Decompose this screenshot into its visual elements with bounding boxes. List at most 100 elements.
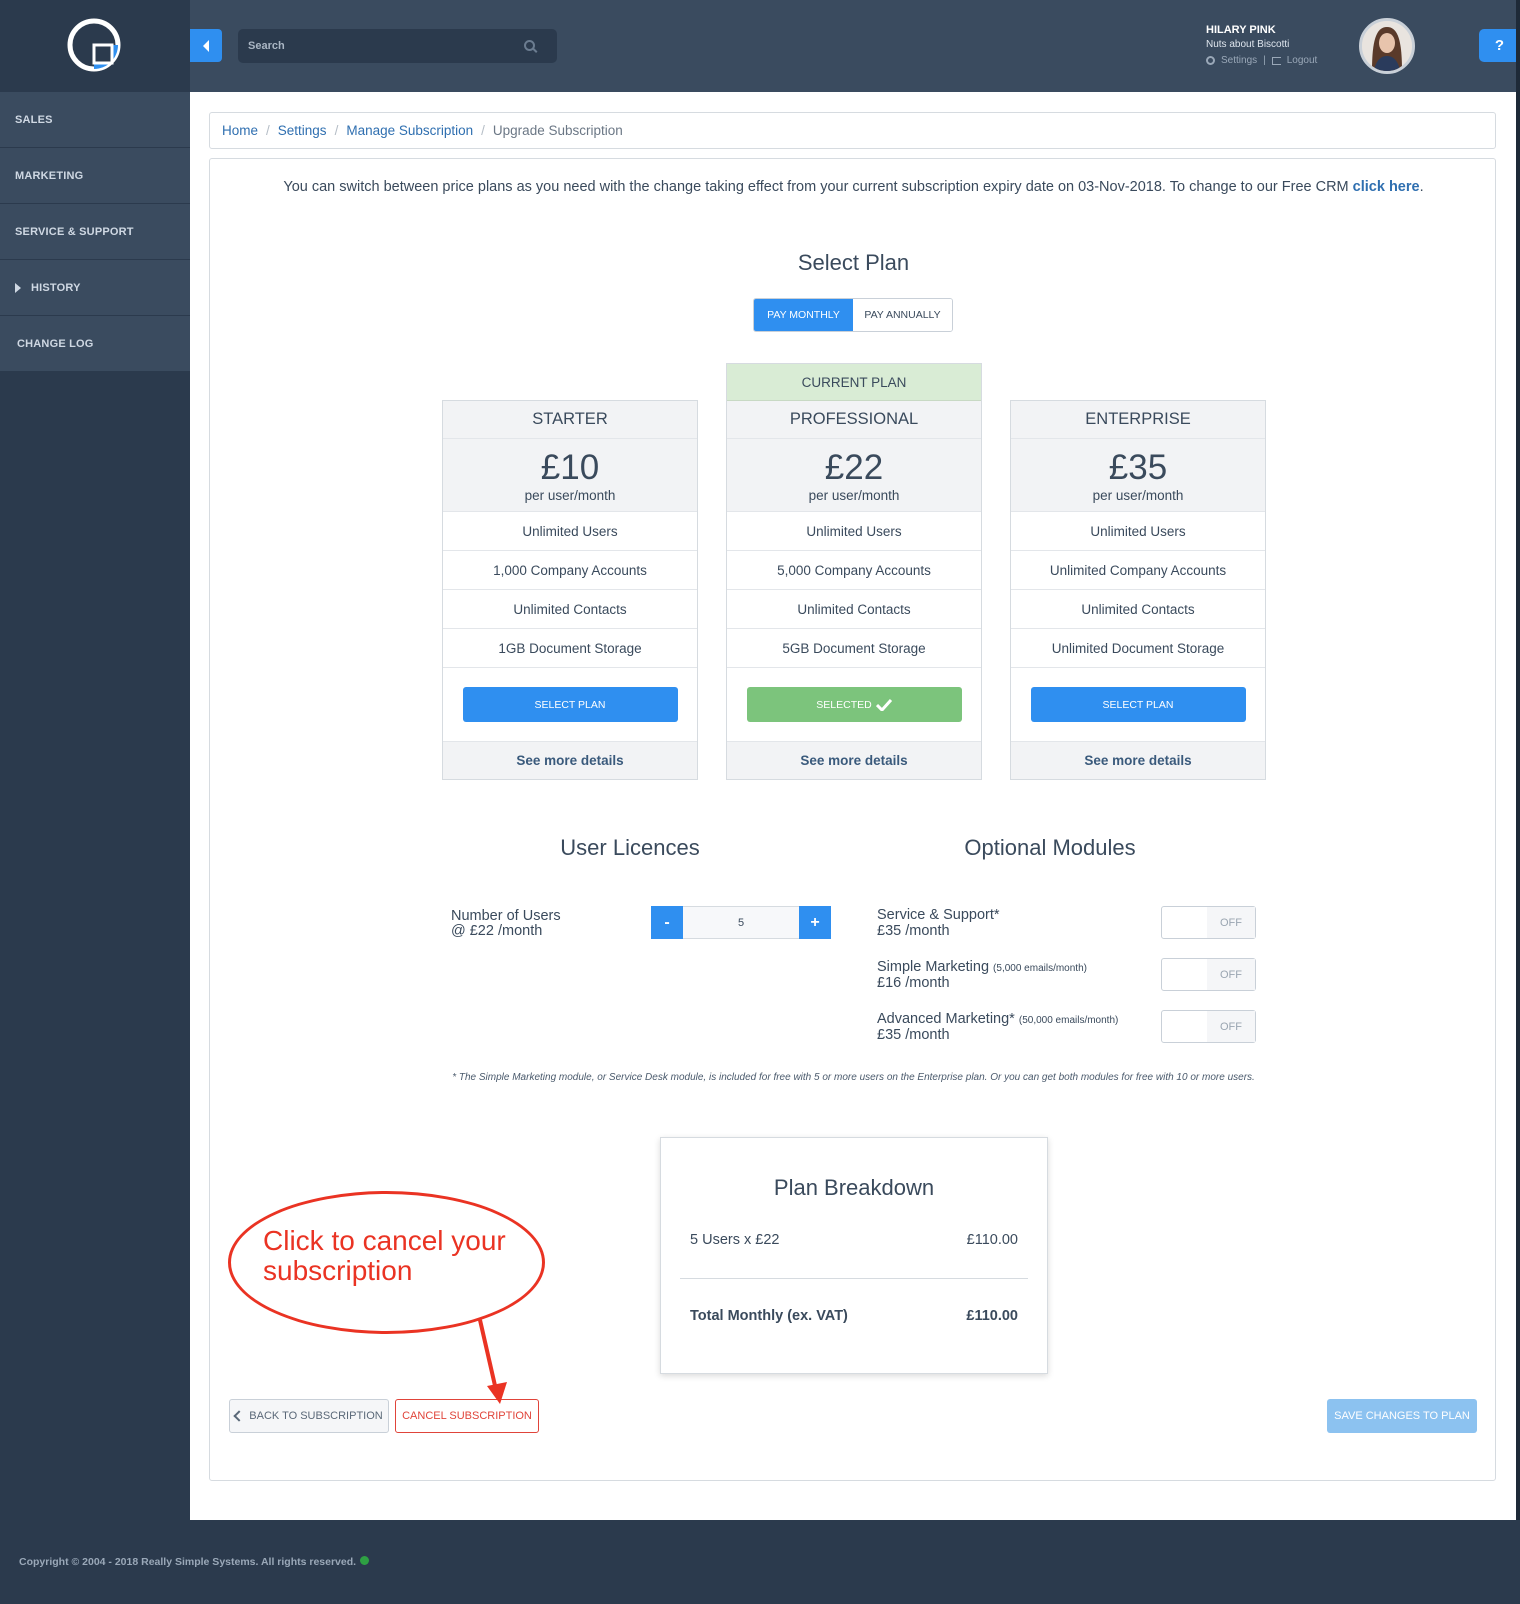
user-name: HILARY PINK: [1206, 24, 1276, 36]
billing-period-toggle: PAY MONTHLY PAY ANNUALLY: [753, 298, 953, 332]
breadcrumb-settings[interactable]: Settings: [278, 123, 327, 138]
save-changes-button[interactable]: SAVE CHANGES TO PLAN: [1327, 1399, 1477, 1433]
annotation-text: Click to cancel your subscription: [263, 1226, 506, 1286]
window-edge: [1516, 0, 1520, 1604]
breakdown-line-value: £110.00: [966, 1232, 1018, 1248]
plan-feature: Unlimited Users: [1011, 512, 1265, 551]
plan-name: ENTERPRISE: [1011, 401, 1265, 439]
logout-link[interactable]: Logout: [1287, 55, 1318, 66]
back-to-subscription-button[interactable]: BACK TO SUBSCRIPTION: [229, 1399, 389, 1433]
annotation-line1: Click to cancel your: [263, 1225, 506, 1256]
decrement-users-button[interactable]: -: [651, 906, 683, 939]
increment-users-button[interactable]: +: [799, 906, 831, 939]
chevron-left-icon: [203, 39, 209, 52]
plan-action-row: SELECT PLAN: [1011, 668, 1265, 742]
optional-modules-title: Optional Modules: [964, 835, 1136, 860]
licence-label-line2: @ £22 /month: [451, 923, 543, 939]
current-plan-badge: CURRENT PLAN: [727, 364, 981, 401]
user-count-input[interactable]: 5: [683, 906, 799, 939]
plan-price: £10: [540, 448, 600, 487]
plan-price: £22: [824, 448, 884, 487]
status-dot-icon: [360, 1556, 370, 1565]
selected-plan-button[interactable]: SELECTED: [746, 687, 962, 722]
search-input[interactable]: [238, 29, 557, 63]
plan-price-block: £10 per user/month: [443, 439, 697, 512]
annotation-arrow-icon: [478, 1319, 507, 1404]
module-name: Advanced Marketing*: [877, 1011, 1015, 1027]
top-header: HILARY PINK Nuts about Biscotti Settings…: [190, 0, 1520, 92]
plan-breakdown-card: Plan Breakdown 5 Users x £22 £110.00 Tot…: [660, 1137, 1048, 1374]
breadcrumb: Home / Settings / Manage Subscription / …: [209, 112, 1496, 149]
avatar-image: [1362, 21, 1412, 71]
plan-price: £35: [1108, 448, 1168, 487]
simple-marketing-toggle[interactable]: OFF: [1161, 958, 1256, 991]
toggle-state: OFF: [1207, 1011, 1255, 1042]
sidebar-item-service-support[interactable]: SERVICE & SUPPORT: [0, 204, 190, 260]
breakdown-divider: [680, 1278, 1028, 1279]
plan-feature: Unlimited Users: [727, 512, 981, 551]
module-name: Service & Support*: [877, 907, 1000, 923]
sidebar-item-sales[interactable]: SALES: [0, 92, 190, 148]
select-enterprise-plan-button[interactable]: SELECT PLAN: [1030, 687, 1246, 722]
plan-feature: 5GB Document Storage: [727, 629, 981, 668]
copyright-text: Copyright © 2004 - 2018 Really Simple Sy…: [19, 1556, 370, 1568]
user-info: HILARY PINK Nuts about Biscotti Settings…: [1206, 24, 1317, 66]
plan-feature: 1GB Document Storage: [443, 629, 697, 668]
sidebar-item-marketing[interactable]: MARKETING: [0, 148, 190, 204]
sidebar-item-change-log[interactable]: CHANGE LOG: [0, 316, 190, 372]
plan-feature: Unlimited Contacts: [727, 590, 981, 629]
plan-price-unit: per user/month: [808, 488, 900, 503]
plan-feature: Unlimited Document Storage: [1011, 629, 1265, 668]
service-support-toggle[interactable]: OFF: [1161, 906, 1256, 939]
help-button[interactable]: ?: [1479, 29, 1520, 62]
plan-action-row: SELECT PLAN: [443, 668, 697, 742]
search-icon[interactable]: [524, 40, 535, 51]
see-more-details-link[interactable]: See more details: [727, 742, 981, 779]
total-value: £110.00: [966, 1308, 1018, 1324]
select-starter-plan-button[interactable]: SELECT PLAN: [462, 687, 678, 722]
breadcrumb-home[interactable]: Home: [222, 123, 258, 138]
breadcrumb-manage-subscription[interactable]: Manage Subscription: [346, 123, 473, 138]
plan-feature: 1,000 Company Accounts: [443, 551, 697, 590]
plan-card-enterprise: ENTERPRISE £35 per user/month Unlimited …: [1010, 400, 1266, 780]
intro-end: .: [1419, 179, 1424, 195]
see-more-details-link[interactable]: See more details: [443, 742, 697, 779]
plan-feature: Unlimited Users: [443, 512, 697, 551]
pay-annually-button[interactable]: PAY ANNUALLY: [853, 299, 952, 331]
user-count-stepper: - 5 +: [651, 906, 831, 939]
user-licences-title: User Licences: [560, 835, 700, 860]
pay-monthly-button[interactable]: PAY MONTHLY: [754, 299, 853, 331]
number-of-users-label: Number of Users @ £22 /month: [451, 909, 561, 939]
module-advanced-marketing: Advanced Marketing* (50,000 emails/month…: [877, 1012, 1118, 1043]
link-divider: |: [1263, 55, 1266, 66]
annotation-line2: subscription: [263, 1255, 413, 1286]
module-name: Simple Marketing: [877, 959, 990, 975]
plan-breakdown-title: Plan Breakdown: [773, 1175, 935, 1200]
checkmark-icon: [875, 698, 892, 711]
toggle-state: OFF: [1207, 959, 1255, 990]
breakdown-total: Total Monthly (ex. VAT) £110.00: [690, 1308, 1018, 1324]
avatar[interactable]: [1359, 18, 1415, 74]
plan-card-starter: STARTER £10 per user/month Unlimited Use…: [442, 400, 698, 780]
caret-right-icon: [15, 282, 21, 293]
collapse-sidebar-button[interactable]: [190, 29, 222, 62]
sidebar-item-history[interactable]: HISTORY: [0, 260, 190, 316]
breakdown-line: 5 Users x £22 £110.00: [690, 1232, 1018, 1248]
breadcrumb-separator: /: [334, 123, 339, 138]
plan-name: STARTER: [443, 401, 697, 439]
copyright-label: Copyright © 2004 - 2018 Really Simple Sy…: [19, 1556, 357, 1568]
module-simple-marketing: Simple Marketing (5,000 emails/month) £1…: [877, 960, 1087, 991]
gear-icon: [1206, 56, 1215, 65]
settings-link[interactable]: Settings: [1221, 55, 1257, 66]
see-more-details-link[interactable]: See more details: [1011, 742, 1265, 779]
breadcrumb-current: Upgrade Subscription: [492, 123, 623, 138]
free-crm-link[interactable]: click here: [1353, 179, 1420, 195]
search-box: [238, 29, 557, 63]
logout-icon: [1271, 56, 1281, 65]
advanced-marketing-toggle[interactable]: OFF: [1161, 1010, 1256, 1043]
module-service-support: Service & Support* £35 /month: [877, 908, 1000, 939]
intro-message: You can switch between price plans as yo…: [283, 179, 1353, 195]
plan-feature: Unlimited Contacts: [1011, 590, 1265, 629]
module-note: (5,000 emails/month): [993, 963, 1087, 974]
app-logo[interactable]: [66, 17, 122, 73]
